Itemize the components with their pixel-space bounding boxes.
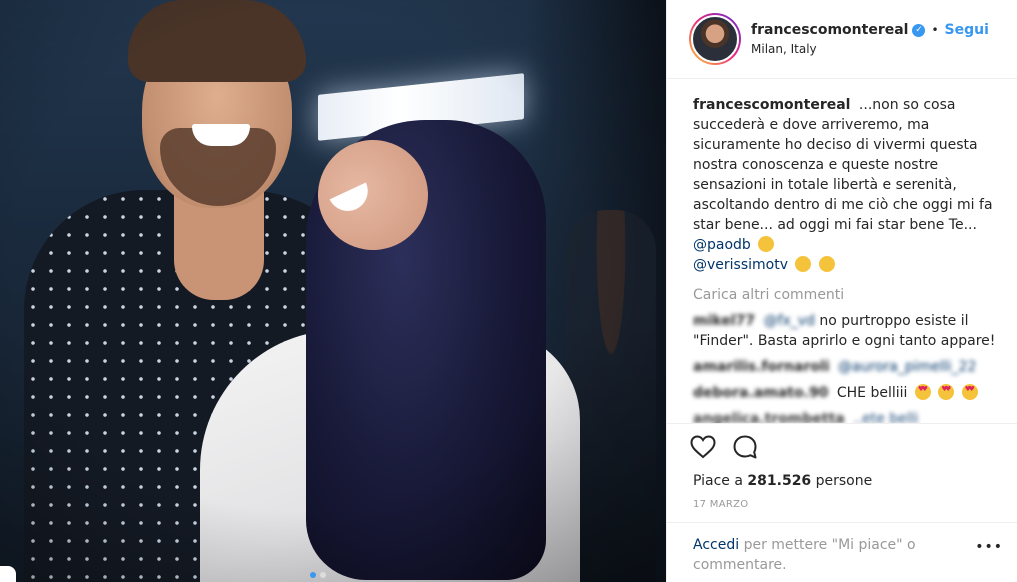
caption: francescomontereal ...non so cosa succed… xyxy=(693,95,1003,275)
kiss-emoji-icon xyxy=(758,236,775,252)
photo-corner xyxy=(0,566,16,582)
comments-list[interactable]: francescomontereal ...non so cosa succed… xyxy=(667,79,1017,423)
comment-item: debora.amato.90 CHE belliii xyxy=(693,383,1003,403)
header-row: francescomontereal ✓ • Segui xyxy=(751,22,989,38)
heart-eyes-emoji-icon xyxy=(938,384,955,400)
comment-item: mikel77 @fx_vd no purtroppo esiste il "F… xyxy=(693,311,1003,351)
comment-item: angelica.trombetta ..ete belli xyxy=(693,409,1003,423)
comment-text: CHE belliii xyxy=(836,385,908,401)
likes-number: 281.526 xyxy=(747,473,812,489)
login-prompt: Accedi per mettere "Mi piace" o commenta… xyxy=(667,522,1017,582)
heart-icon xyxy=(690,434,716,458)
carousel-indicator xyxy=(310,572,326,578)
mention-verissimotv[interactable]: @verissimotv xyxy=(693,257,788,273)
comment-username[interactable]: amarilis.fornaroli xyxy=(693,359,830,375)
likes-prefix: Piace a xyxy=(693,473,743,489)
more-icon[interactable]: ••• xyxy=(975,537,1003,557)
caption-mention-line-1: @paodb xyxy=(693,235,1003,255)
header-username[interactable]: francescomontereal xyxy=(751,22,908,38)
heart-eyes-emoji-icon xyxy=(914,384,931,400)
comment-item: amarilis.fornaroli @aurora_pimelli_22 xyxy=(693,357,1003,377)
post-header: francescomontereal ✓ • Segui Milan, Ital… xyxy=(667,0,1017,79)
like-button[interactable] xyxy=(689,433,717,461)
post-photo[interactable] xyxy=(0,0,666,582)
separator: • xyxy=(931,23,939,37)
location-link[interactable]: Milan, Italy xyxy=(751,42,989,56)
comment-username[interactable]: angelica.trombetta xyxy=(693,411,845,423)
caption-text: ...non so cosa succederà e dove arrivere… xyxy=(693,97,993,233)
comment-mention[interactable]: @fx_vd xyxy=(764,313,815,329)
avatar[interactable] xyxy=(689,13,741,65)
follow-button[interactable]: Segui xyxy=(945,22,989,38)
avatar-image xyxy=(691,15,739,63)
heart-eyes-emoji-icon xyxy=(961,384,978,400)
photo-vignette xyxy=(0,0,666,582)
comment-button[interactable] xyxy=(731,433,759,461)
caption-username[interactable]: francescomontereal xyxy=(693,97,850,113)
comment-mention[interactable]: @aurora_pimelli_22 xyxy=(838,359,976,375)
action-bar xyxy=(667,423,1017,469)
likes-count[interactable]: Piace a 281.526 persone xyxy=(667,469,1017,489)
carousel-dot xyxy=(320,572,326,578)
post-side-panel: francescomontereal ✓ • Segui Milan, Ital… xyxy=(666,0,1017,582)
load-more-comments[interactable]: Carica altri commenti xyxy=(693,285,1003,305)
caption-mention-line-2: @verissimotv xyxy=(693,255,1003,275)
carousel-dot-active xyxy=(310,572,316,578)
header-text: francescomontereal ✓ • Segui Milan, Ital… xyxy=(751,22,989,56)
comment-username[interactable]: debora.amato.90 xyxy=(693,385,828,401)
mention-paodb[interactable]: @paodb xyxy=(693,237,751,253)
post-date[interactable]: 17 MARZO xyxy=(667,489,1017,522)
hug-emoji-icon xyxy=(795,256,812,272)
login-link[interactable]: Accedi xyxy=(693,537,739,553)
smile-emoji-icon xyxy=(818,256,835,272)
comment-text: ..ete belli xyxy=(853,411,919,423)
verified-icon: ✓ xyxy=(912,23,926,37)
likes-suffix: persone xyxy=(815,473,873,489)
comment-username[interactable]: mikel77 xyxy=(693,313,755,329)
comment-icon xyxy=(733,435,757,458)
instagram-post: francescomontereal ✓ • Segui Milan, Ital… xyxy=(0,0,1017,582)
